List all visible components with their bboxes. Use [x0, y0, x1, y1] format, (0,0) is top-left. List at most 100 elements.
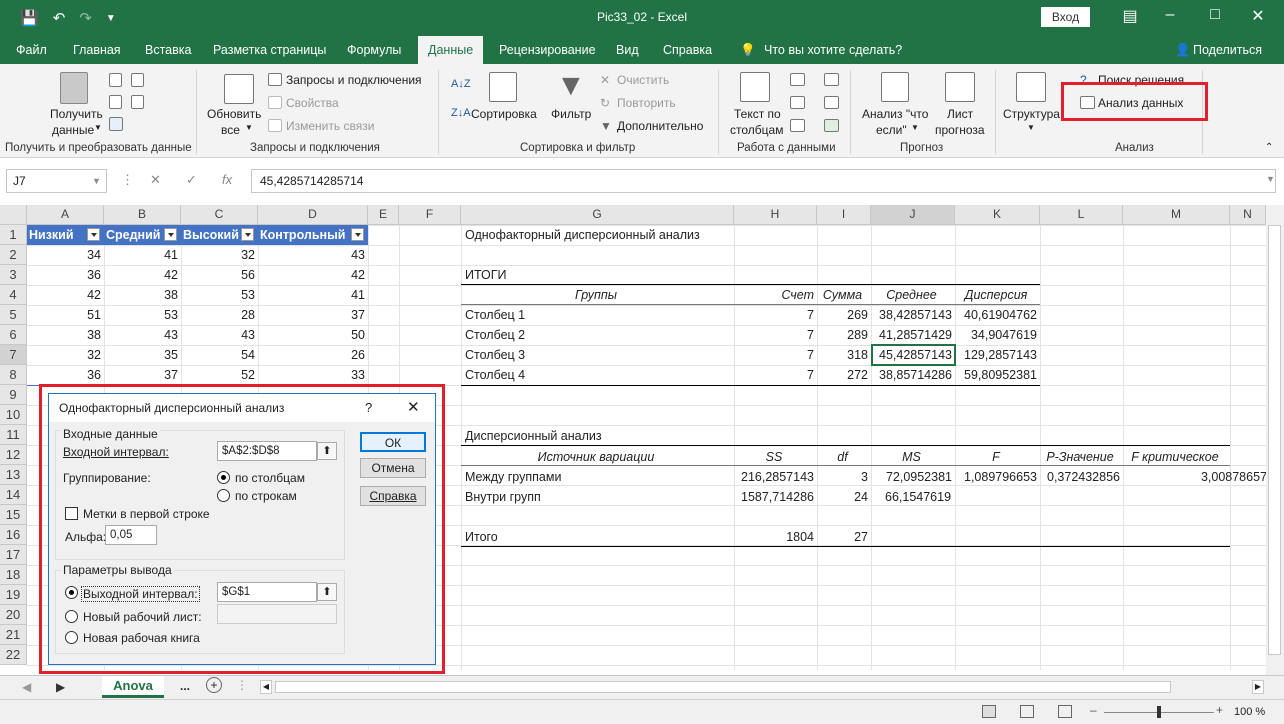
summary-header-cell[interactable]: Группы	[461, 285, 731, 305]
share-button[interactable]: Поделиться	[1193, 43, 1262, 57]
anova-cell[interactable]	[1123, 487, 1267, 507]
table-cell[interactable]: 51	[27, 305, 101, 325]
table-cell[interactable]: 36	[27, 265, 101, 285]
summary-cell[interactable]: Столбец 3	[465, 345, 735, 365]
flash-fill-icon[interactable]	[790, 73, 805, 86]
summary-cell[interactable]: 34,9047619	[955, 325, 1037, 345]
tab-view[interactable]: Вид	[616, 43, 639, 57]
anova-header-cell[interactable]: df	[817, 447, 868, 467]
what-if-button-2[interactable]: если"	[876, 123, 907, 137]
summary-cell[interactable]: 40,61904762	[955, 305, 1037, 325]
table-cell[interactable]: 32	[27, 345, 101, 365]
table-cell[interactable]: 41	[104, 245, 178, 265]
table-cell[interactable]: 35	[104, 345, 178, 365]
table-cell[interactable]: 32	[181, 245, 255, 265]
row-header[interactable]: 16	[0, 525, 27, 545]
next-sheet-icon[interactable]: ▶	[56, 680, 65, 694]
table-header-low[interactable]: Низкий	[27, 225, 104, 245]
consolidate-icon[interactable]	[824, 73, 839, 86]
existing-connections-icon[interactable]	[131, 95, 144, 109]
table-cell[interactable]: 53	[104, 305, 178, 325]
table-cell[interactable]: 54	[181, 345, 255, 365]
scroll-right-icon[interactable]: ▶	[1252, 680, 1264, 694]
tab-insert[interactable]: Вставка	[145, 43, 191, 57]
text-to-columns-button[interactable]: Текст по	[734, 107, 781, 121]
row-header[interactable]: 4	[0, 285, 27, 305]
col-header[interactable]: K	[955, 205, 1040, 225]
cancel-formula-icon[interactable]: ✕	[150, 172, 161, 188]
anova-cell[interactable]: 1587,714286	[734, 487, 814, 507]
tab-page-layout[interactable]: Разметка страницы	[213, 43, 326, 57]
forecast-sheet-button-2[interactable]: прогноза	[935, 123, 985, 137]
col-header[interactable]: A	[27, 205, 104, 225]
row-header[interactable]: 10	[0, 405, 27, 425]
sort-button[interactable]: Сортировка	[471, 107, 537, 121]
normal-view-icon[interactable]	[982, 705, 996, 718]
table-cell[interactable]: 42	[258, 265, 365, 285]
summary-cell[interactable]: 272	[817, 365, 868, 385]
table-cell[interactable]: 38	[104, 285, 178, 305]
table-header-high[interactable]: Высокий	[181, 225, 258, 245]
anova-cell[interactable]: 3	[817, 467, 868, 487]
col-header[interactable]: B	[104, 205, 181, 225]
col-header[interactable]: G	[461, 205, 734, 225]
text-to-columns-button-2[interactable]: столбцам	[730, 123, 783, 137]
recent-sources-icon[interactable]	[131, 73, 144, 87]
row-header[interactable]: 20	[0, 605, 27, 625]
data-model-icon[interactable]	[824, 119, 839, 132]
name-box-dropdown-icon[interactable]: ▼	[92, 176, 101, 186]
from-table-icon[interactable]	[109, 117, 123, 131]
close-icon[interactable]: ✕	[1238, 6, 1278, 26]
table-cell[interactable]: 56	[181, 265, 255, 285]
table-cell[interactable]: 43	[258, 245, 365, 265]
summary-cell[interactable]: Столбец 1	[465, 305, 735, 325]
row-header[interactable]: 1	[0, 225, 27, 245]
table-cell[interactable]: 26	[258, 345, 365, 365]
advanced-filter-button[interactable]: Дополнительно	[617, 119, 703, 133]
properties-button[interactable]: Свойства	[286, 96, 339, 110]
row-header[interactable]: 17	[0, 545, 27, 565]
anova-cell[interactable]: 1,089796653	[955, 467, 1037, 487]
anova-cell[interactable]: Внутри групп	[465, 487, 735, 507]
summary-cell[interactable]: Столбец 2	[465, 325, 735, 345]
anova-header-cell[interactable]: Источник вариации	[461, 447, 731, 467]
row-header[interactable]: 19	[0, 585, 27, 605]
table-cell[interactable]: 33	[258, 365, 365, 385]
anova-cell[interactable]: 216,2857143	[734, 467, 814, 487]
table-cell[interactable]: 38	[27, 325, 101, 345]
col-header[interactable]: D	[258, 205, 368, 225]
summary-header-cell[interactable]: Среднее	[871, 285, 952, 305]
table-cell[interactable]: 41	[258, 285, 365, 305]
table-cell[interactable]: 28	[181, 305, 255, 325]
anova-cell[interactable]: 24	[817, 487, 868, 507]
tab-review[interactable]: Рецензирование	[499, 43, 596, 57]
anova-cell[interactable]	[1040, 487, 1120, 507]
anova-header-cell[interactable]: MS	[871, 447, 952, 467]
anova-cell[interactable]: 66,1547619	[885, 487, 966, 507]
zoom-out-icon[interactable]: –	[1090, 703, 1097, 717]
row-header[interactable]: 21	[0, 625, 27, 645]
anova-header-cell[interactable]: SS	[734, 447, 814, 467]
anova-cell[interactable]: 0,372432856	[1040, 467, 1120, 487]
row-header[interactable]: 22	[0, 645, 27, 665]
collapse-ribbon-icon[interactable]: ⌃	[1265, 142, 1273, 153]
minimize-icon[interactable]: –	[1150, 6, 1190, 24]
col-header[interactable]: C	[181, 205, 258, 225]
summary-cell[interactable]: 7	[734, 365, 814, 385]
summary-header-cell[interactable]: Дисперсия	[955, 285, 1037, 305]
col-header[interactable]: N	[1230, 205, 1266, 225]
add-sheet-icon[interactable]: +	[206, 677, 222, 693]
maximize-icon[interactable]: □	[1195, 6, 1235, 24]
summary-cell[interactable]: 38,42857143	[871, 305, 952, 325]
row-header[interactable]: 2	[0, 245, 27, 265]
horizontal-scroll-thumb[interactable]	[275, 681, 1171, 693]
zoom-level[interactable]: 100 %	[1234, 706, 1265, 718]
anova-header-cell[interactable]: F	[955, 447, 1037, 467]
enter-formula-icon[interactable]: ✓	[186, 172, 197, 188]
anova-cell[interactable]: Между группами	[465, 467, 735, 487]
sort-az-icon[interactable]: A↓Z	[451, 78, 471, 90]
table-cell[interactable]: 50	[258, 325, 365, 345]
row-header[interactable]: 9	[0, 385, 27, 405]
table-cell[interactable]: 36	[27, 365, 101, 385]
summary-header-cell[interactable]: Сумма	[817, 285, 868, 305]
